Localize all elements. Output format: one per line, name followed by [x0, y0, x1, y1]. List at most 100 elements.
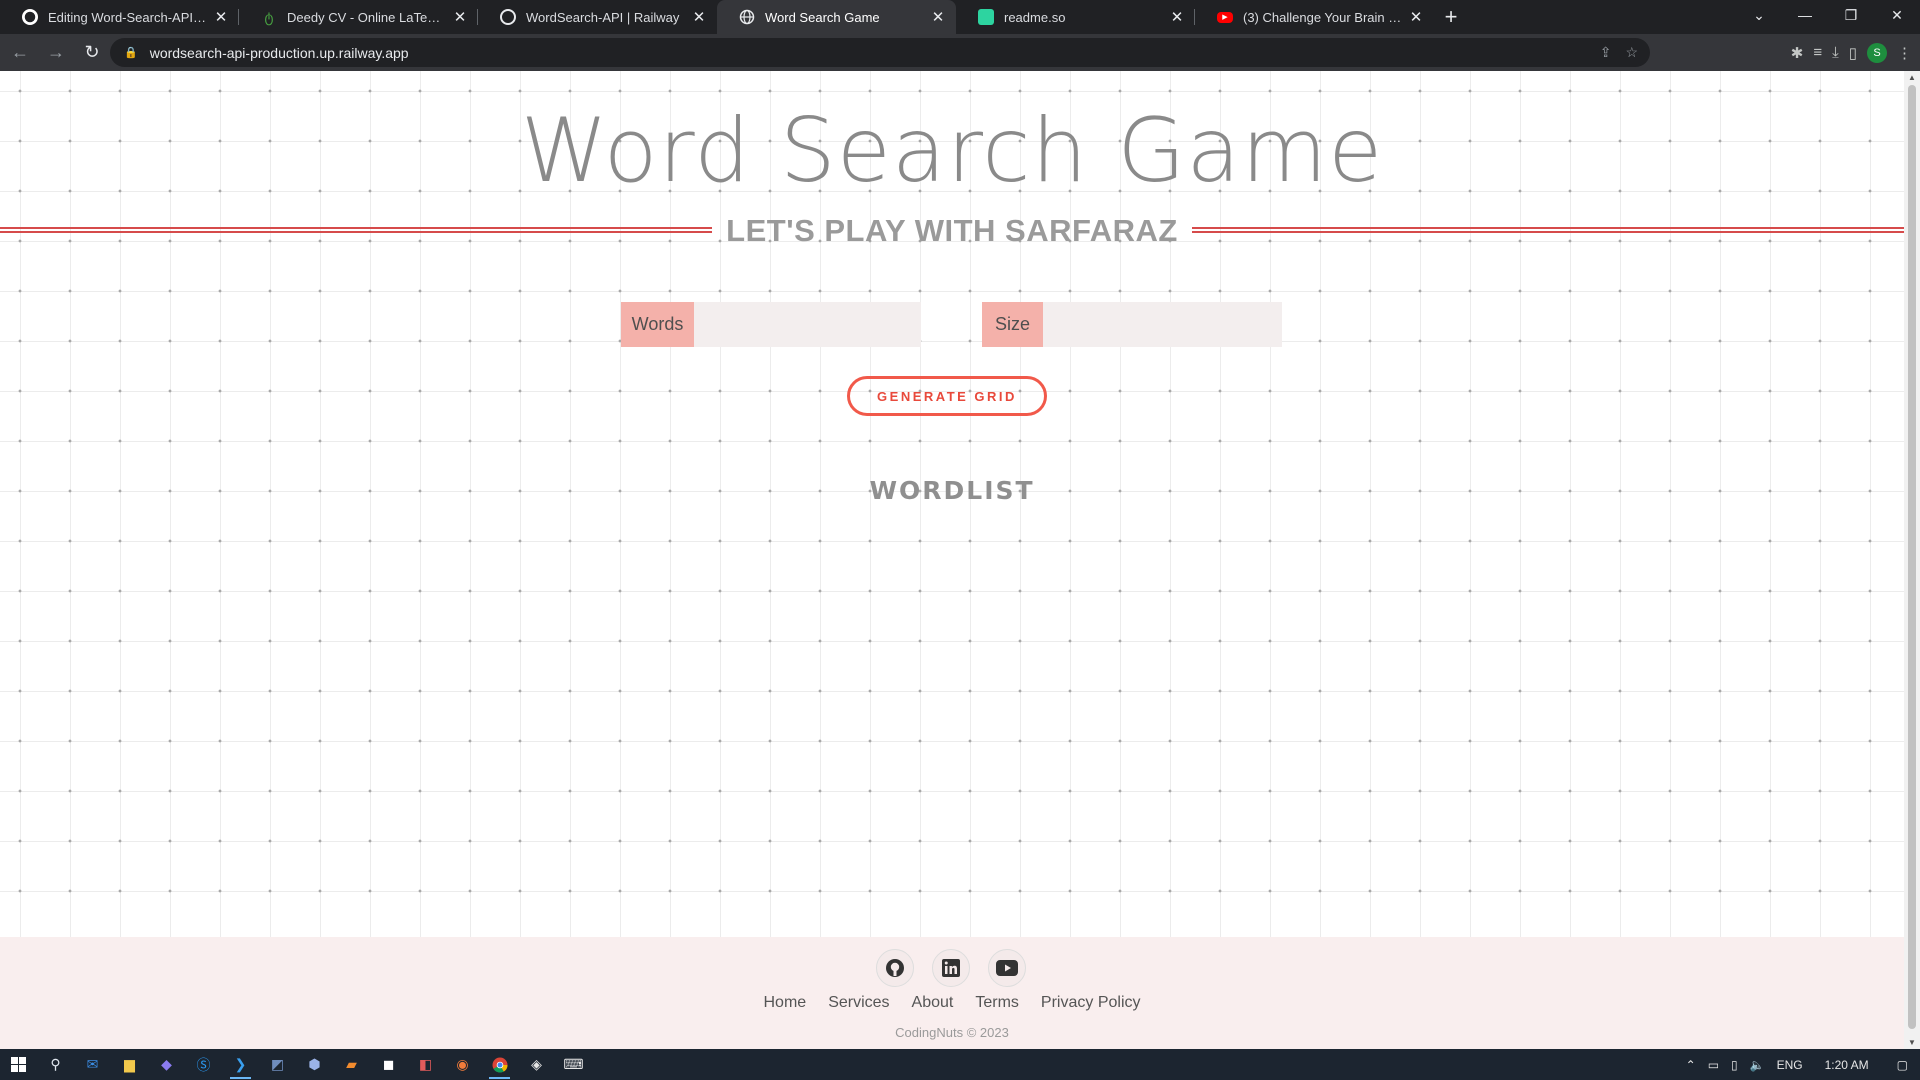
footer: Home Services About Terms Privacy Policy… — [0, 937, 1904, 1049]
forward-button[interactable]: → — [40, 37, 72, 69]
battery-icon[interactable]: ▯ — [1731, 1058, 1738, 1072]
browser-tab-active[interactable]: Word Search Game ✕ — [717, 0, 956, 34]
footer-link-terms[interactable]: Terms — [975, 994, 1019, 1012]
bookmark-star-icon[interactable]: ☆ — [1625, 44, 1638, 61]
address-bar[interactable]: 🔒 wordsearch-api-production.up.railway.a… — [110, 38, 1650, 67]
page-scrollbar[interactable]: ▲ ▼ — [1904, 71, 1920, 1049]
sublime-icon[interactable]: ▰ — [333, 1049, 370, 1080]
clock[interactable]: 1:20 AM — [1825, 1058, 1869, 1072]
app-icon[interactable]: ◆ — [148, 1049, 185, 1080]
url-text: wordsearch-api-production.up.railway.app — [149, 44, 409, 61]
tab-title: readme.so — [1004, 9, 1066, 25]
menu-dots-icon[interactable]: ⋮ — [1897, 44, 1912, 62]
app-icon[interactable]: ⬢ — [296, 1049, 333, 1080]
network-icon[interactable]: ▭ — [1708, 1058, 1719, 1072]
close-tab-icon[interactable]: ✕ — [452, 8, 468, 26]
close-window-button[interactable]: ✕ — [1874, 0, 1920, 30]
browser-tab[interactable]: readme.so ✕ — [956, 0, 1195, 34]
size-input[interactable] — [1043, 302, 1282, 347]
profile-avatar[interactable]: S — [1867, 42, 1887, 63]
app-icon[interactable]: ◧ — [407, 1049, 444, 1080]
youtube-icon: ▶ — [1217, 11, 1233, 23]
browser-toolbar: ← → ↻ 🔒 wordsearch-api-production.up.rai… — [0, 34, 1920, 71]
tab-title: WordSearch-API | Railway — [526, 9, 680, 25]
close-tab-icon[interactable]: ✕ — [691, 8, 707, 26]
restore-button[interactable]: ❐ — [1828, 0, 1874, 30]
close-tab-icon[interactable]: ✕ — [213, 8, 229, 26]
download-icon[interactable]: ⤓ — [1832, 44, 1839, 61]
search-icon[interactable]: ⚲ — [37, 1049, 74, 1080]
footer-links: Home Services About Terms Privacy Policy — [0, 994, 1904, 1012]
scroll-down-arrow[interactable]: ▼ — [1908, 1038, 1916, 1047]
app-icon[interactable]: ◉ — [444, 1049, 481, 1080]
tab-search-icon[interactable]: ⌄ — [1736, 0, 1782, 30]
size-field: Size — [982, 302, 1282, 347]
chevron-up-icon[interactable]: ⌃ — [1686, 1058, 1696, 1072]
language-indicator[interactable]: ENG — [1777, 1058, 1803, 1072]
tab-title: (3) Challenge Your Brain with My — [1243, 9, 1402, 25]
close-tab-icon[interactable]: ✕ — [930, 8, 946, 26]
close-tab-icon[interactable]: ✕ — [1169, 8, 1185, 26]
globe-icon — [739, 9, 755, 25]
browser-tab[interactable]: WordSearch-API | Railway ✕ — [478, 0, 717, 34]
new-tab-button[interactable]: + — [1434, 0, 1468, 34]
words-field: Words — [621, 302, 921, 347]
divider-right — [1192, 227, 1904, 233]
footer-link-about[interactable]: About — [912, 994, 954, 1012]
media-control-icon[interactable]: ≡ — [1813, 44, 1822, 61]
copyright: CodingNuts © 2023 — [895, 1025, 1009, 1040]
windows-start-icon[interactable] — [0, 1049, 37, 1080]
generate-grid-button[interactable]: GENERATE GRID — [847, 376, 1047, 416]
words-label: Words — [621, 302, 694, 347]
vscode-icon[interactable]: ❯ — [222, 1049, 259, 1080]
tab-title: Word Search Game — [765, 9, 880, 25]
lock-icon[interactable]: 🔒 — [124, 46, 138, 59]
intellij-icon[interactable]: ◼ — [370, 1049, 407, 1080]
browser-tab[interactable]: Editing Word-Search-API/README ✕ — [0, 0, 239, 34]
browser-tab[interactable]: ტ Deedy CV - Online LaTeX Editor O ✕ — [239, 0, 478, 34]
browser-tab-bar: Editing Word-Search-API/README ✕ ტ Deedy… — [0, 0, 1920, 34]
notification-icon[interactable]: ▢ — [1897, 1058, 1908, 1072]
back-button[interactable]: ← — [4, 37, 36, 69]
size-label: Size — [982, 302, 1043, 347]
tab-title: Deedy CV - Online LaTeX Editor O — [287, 9, 446, 25]
youtube-icon[interactable] — [988, 949, 1026, 987]
system-tray: ⌃ ▭ ▯ 🔈 ENG 1:20 AM ▢ — [1686, 1049, 1920, 1080]
page-viewport: Word Search Game LET'S PLAY WITH SARFARA… — [0, 71, 1904, 1049]
linkedin-icon[interactable] — [932, 949, 970, 987]
words-input[interactable] — [694, 302, 921, 347]
git-icon[interactable]: ◈ — [518, 1049, 555, 1080]
footer-link-home[interactable]: Home — [764, 994, 807, 1012]
divider-left — [0, 227, 712, 233]
github-icon[interactable] — [876, 949, 914, 987]
scroll-up-arrow[interactable]: ▲ — [1908, 73, 1916, 82]
subtitle-row: LET'S PLAY WITH SARFARAZ — [0, 211, 1904, 251]
overleaf-icon: ტ — [264, 8, 274, 25]
footer-link-services[interactable]: Services — [828, 994, 889, 1012]
app-icon[interactable]: ◩ — [259, 1049, 296, 1080]
window-controls: ⌄ — ❐ ✕ — [1736, 0, 1920, 34]
side-panel-icon[interactable]: ▯ — [1849, 44, 1857, 62]
file-explorer-icon[interactable]: ▆ — [111, 1049, 148, 1080]
readme-icon — [978, 9, 994, 25]
extensions-icon[interactable]: ✱ — [1791, 44, 1804, 62]
page-title: Word Search Game — [520, 99, 1384, 202]
page-subtitle: LET'S PLAY WITH SARFARAZ — [726, 213, 1178, 248]
volume-icon[interactable]: 🔈 — [1750, 1058, 1765, 1072]
minimize-button[interactable]: — — [1782, 0, 1828, 30]
chrome-icon[interactable] — [481, 1049, 518, 1080]
windows-taskbar: ⚲ ✉ ▆ ◆ Ⓢ ❯ ◩ ⬢ ▰ ◼ ◧ ◉ ◈ ⌨ ⌃ ▭ ▯ 🔈 ENG … — [0, 1049, 1920, 1080]
railway-icon — [500, 9, 516, 25]
skype-icon[interactable]: Ⓢ — [185, 1049, 222, 1080]
scrollbar-thumb[interactable] — [1908, 85, 1916, 1029]
tab-title: Editing Word-Search-API/README — [48, 9, 207, 25]
github-icon — [22, 9, 38, 25]
share-icon[interactable]: ⇪ — [1600, 44, 1612, 61]
reload-button[interactable]: ↻ — [76, 37, 108, 69]
close-tab-icon[interactable]: ✕ — [1408, 8, 1424, 26]
wordlist-heading: WORDLIST — [869, 476, 1035, 505]
mail-icon[interactable]: ✉ — [74, 1049, 111, 1080]
footer-link-privacy[interactable]: Privacy Policy — [1041, 994, 1141, 1012]
terminal-icon[interactable]: ⌨ — [555, 1049, 592, 1080]
browser-tab[interactable]: ▶ (3) Challenge Your Brain with My ✕ — [1195, 0, 1434, 34]
